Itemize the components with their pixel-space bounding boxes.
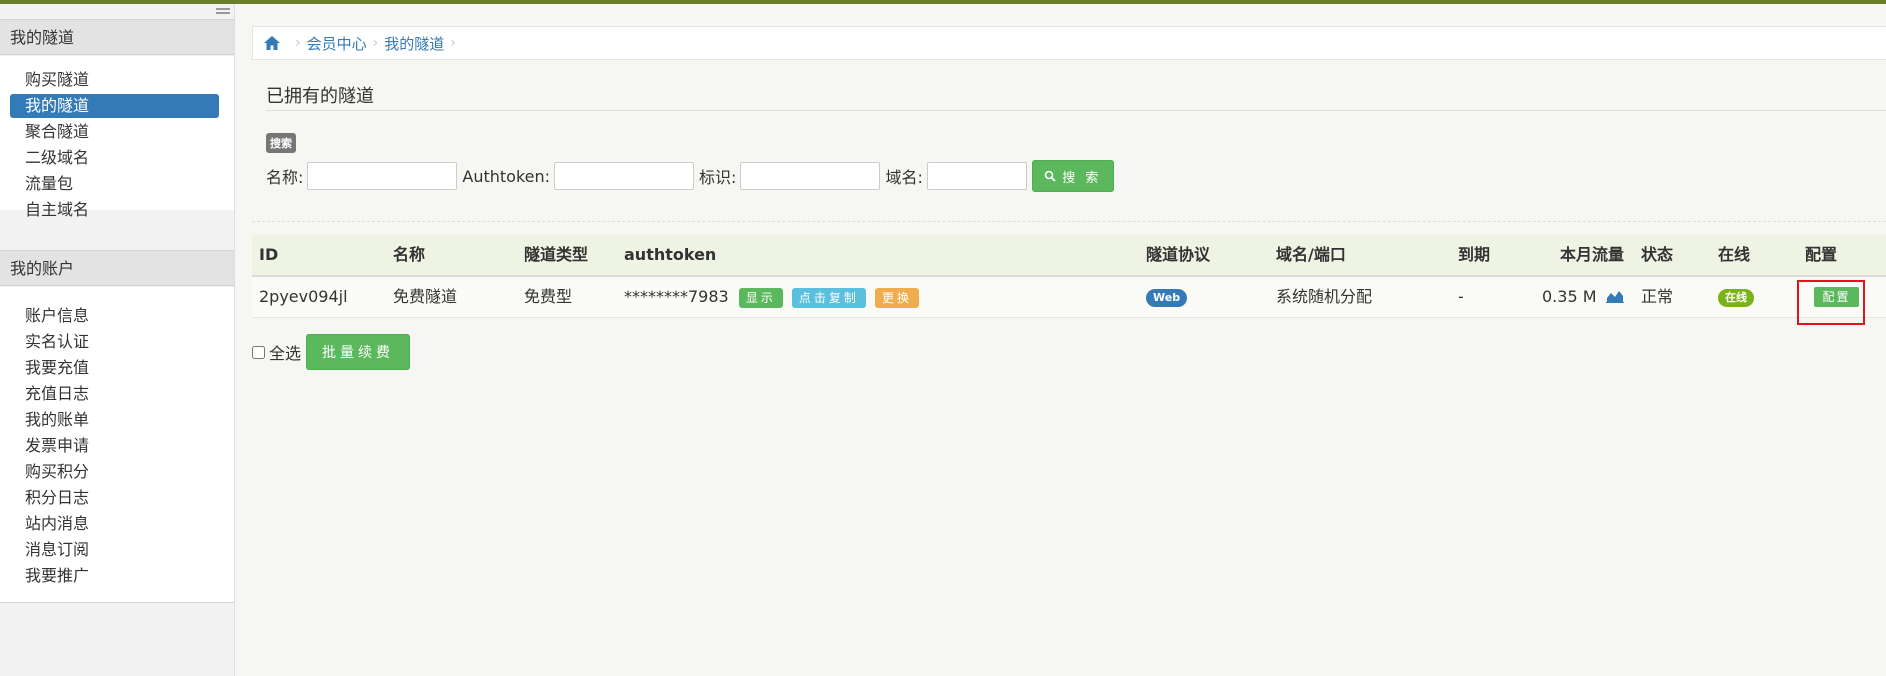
header-authtoken: authtoken [624,245,717,264]
sidebar-item-custom-domain[interactable]: 自主域名 [10,198,219,222]
bulk-actions: 全选 批量续费 [252,334,411,370]
online-badge: 在线 [1718,288,1754,307]
sidebar-section-tunnels-title: 我的隧道 [0,19,234,55]
row-type: 免费型 [524,287,573,306]
sidebar-item-subdomain[interactable]: 二级域名 [10,146,219,170]
sidebar-item-points-log[interactable]: 积分日志 [10,486,219,510]
search-form: 名称: Authtoken: 标识: 域名: 搜 索 [266,160,1114,192]
select-all-checkbox[interactable] [252,345,265,359]
row-authtoken-cell: ********7983 显示 点击复制 更换 [624,277,920,317]
main-content: › 会员中心 › 我的隧道 › 已拥有的隧道 搜索 名称: Authtoken:… [235,4,1886,676]
sidebar-item-recharge-log[interactable]: 充值日志 [10,382,219,406]
area-chart-icon[interactable] [1605,289,1624,303]
header-status: 状态 [1641,245,1674,264]
search-icon [1044,170,1056,182]
sidebar-tunnels-list: 购买隧道 我的隧道 聚合隧道 二级域名 流量包 自主域名 [0,56,234,219]
row-online-cell: 在线 [1718,277,1754,317]
sidebar-item-traffic-pack[interactable]: 流量包 [10,172,219,196]
table-header: ID 名称 隧道类型 authtoken 隧道协议 域名/端口 到期 本月流量 … [252,235,1886,277]
config-button[interactable]: 配置 [1814,287,1859,307]
header-traffic: 本月流量 [1560,245,1625,264]
select-all-label: 全选 [269,344,302,363]
search-tag-label: 标识: [699,168,737,187]
show-token-button[interactable]: 显示 [738,287,783,308]
header-online: 在线 [1718,245,1751,264]
header-protocol: 隧道协议 [1146,245,1211,264]
sidebar-item-recharge[interactable]: 我要充值 [10,356,219,380]
search-tag-input[interactable] [740,162,881,190]
title-divider [266,110,1886,111]
sidebar-item-aggregate-tunnel[interactable]: 聚合隧道 [10,120,219,144]
row-id: 2pyev094jl [259,287,348,306]
breadcrumb-separator: › [295,35,301,51]
bulk-renew-button[interactable]: 批量续费 [306,334,411,370]
sidebar-section-account-title: 我的账户 [0,250,234,286]
search-divider [252,221,1886,222]
breadcrumb-separator: › [372,35,379,51]
search-badge: 搜索 [266,133,296,153]
sidebar-item-my-tunnel[interactable]: 我的隧道 [10,94,219,118]
search-name-label: 名称: [266,168,304,187]
tunnel-table: ID 名称 隧道类型 authtoken 隧道协议 域名/端口 到期 本月流量 … [252,235,1886,325]
header-expire: 到期 [1458,245,1491,264]
search-button-label: 搜 索 [1062,170,1102,186]
change-token-button[interactable]: 更换 [875,287,920,308]
sidebar-item-buy-points[interactable]: 购买积分 [10,460,219,484]
row-protocol-cell: Web [1146,277,1188,317]
row-expire: - [1458,287,1464,306]
search-domain-input[interactable] [926,162,1027,190]
breadcrumb: › 会员中心 › 我的隧道 › [252,26,1886,60]
sidebar: 我的隧道 购买隧道 我的隧道 聚合隧道 二级域名 流量包 自主域名 我的账户 账… [0,4,235,676]
header-id: ID [259,245,279,264]
page-title: 已拥有的隧道 [266,86,374,107]
sidebar-item-invoice[interactable]: 发票申请 [10,434,219,458]
row-traffic: 0.35 M [1542,287,1597,306]
sidebar-item-my-bills[interactable]: 我的账单 [10,408,219,432]
header-config: 配置 [1805,245,1838,264]
search-authtoken-label: Authtoken: [462,166,551,186]
sidebar-item-account-info[interactable]: 账户信息 [10,304,219,328]
sidebar-item-messages[interactable]: 站内消息 [10,512,219,536]
row-traffic-cell: 0.35 M [1542,277,1624,317]
copy-token-button[interactable]: 点击复制 [791,287,866,308]
sidebar-account-list: 账户信息 实名认证 我要充值 充值日志 我的账单 发票申请 购买积分 积分日志 … [0,287,234,603]
sidebar-item-buy-tunnel[interactable]: 购买隧道 [10,68,219,92]
protocol-badge: Web [1146,288,1188,307]
table-row: 2pyev094jl 免费隧道 免费型 ********7983 显示 点击复制… [252,277,1886,325]
header-type: 隧道类型 [524,245,589,264]
home-icon[interactable] [263,35,281,51]
breadcrumb-member-center[interactable]: 会员中心 [307,33,367,54]
header-domain: 域名/端口 [1276,245,1346,264]
header-name: 名称 [393,245,426,264]
search-name-input[interactable] [307,162,458,190]
row-name: 免费隧道 [393,287,458,306]
breadcrumb-my-tunnel[interactable]: 我的隧道 [384,33,444,54]
search-authtoken-input[interactable] [554,162,695,190]
sidebar-item-promotion[interactable]: 我要推广 [10,564,219,588]
search-button[interactable]: 搜 索 [1031,160,1114,192]
search-domain-label: 域名: [885,168,923,187]
row-domain: 系统随机分配 [1276,287,1373,306]
sidebar-item-subscriptions[interactable]: 消息订阅 [10,538,219,562]
row-authtoken: ********7983 [624,287,729,306]
breadcrumb-separator: › [450,35,456,51]
sidebar-collapse-icon[interactable] [216,7,230,19]
row-status: 正常 [1641,287,1674,306]
sidebar-item-real-name[interactable]: 实名认证 [10,330,219,354]
